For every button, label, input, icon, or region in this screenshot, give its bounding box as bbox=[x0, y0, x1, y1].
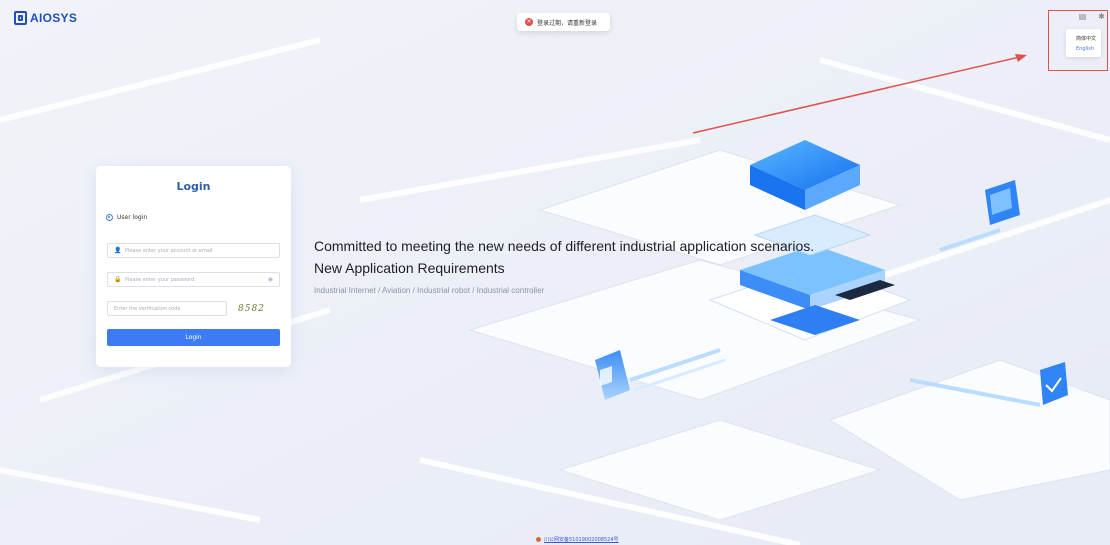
hero-subheadline: New Application Requirements bbox=[314, 260, 505, 276]
password-input[interactable] bbox=[121, 273, 268, 286]
login-mode-label: User login bbox=[117, 214, 148, 221]
captcha-input[interactable] bbox=[108, 302, 226, 315]
footer-record-link[interactable]: 川公网安备51019002008524号 bbox=[544, 536, 619, 543]
captcha-image[interactable]: 8582 bbox=[224, 300, 279, 317]
logo-text: AIOSYS bbox=[30, 11, 78, 25]
toast-message: 登录过期，请重新登录 bbox=[537, 19, 598, 27]
login-button[interactable]: Login bbox=[107, 329, 280, 346]
eye-icon[interactable]: ◉ bbox=[268, 276, 273, 283]
user-icon: 👤 bbox=[114, 247, 122, 254]
error-icon: ✕ bbox=[525, 18, 533, 26]
account-input[interactable] bbox=[121, 244, 279, 257]
account-field[interactable]: 👤 bbox=[107, 243, 280, 258]
login-title: Login bbox=[176, 180, 211, 193]
lock-icon: 🔒 bbox=[114, 276, 122, 283]
login-mode-option[interactable]: User login bbox=[106, 214, 147, 221]
login-card: Login User login 👤 🔒 ◉ 8582 Login bbox=[96, 166, 291, 367]
radio-selected-icon[interactable] bbox=[106, 214, 113, 221]
logo-mark-icon bbox=[14, 11, 27, 25]
brand-logo[interactable]: AIOSYS bbox=[14, 10, 77, 26]
footer-record: 川公网安备51019002008524号 bbox=[536, 536, 619, 543]
password-field[interactable]: 🔒 ◉ bbox=[107, 272, 280, 287]
police-badge-icon bbox=[536, 537, 541, 542]
captcha-field[interactable] bbox=[107, 301, 227, 316]
hero-headline: Committed to meeting the new needs of di… bbox=[314, 238, 815, 254]
hero-tagline: Industrial Internet / Aviation / Industr… bbox=[314, 286, 545, 295]
session-expired-toast: ✕ 登录过期，请重新登录 bbox=[517, 13, 610, 31]
annotation-highlight-box bbox=[1048, 10, 1108, 71]
